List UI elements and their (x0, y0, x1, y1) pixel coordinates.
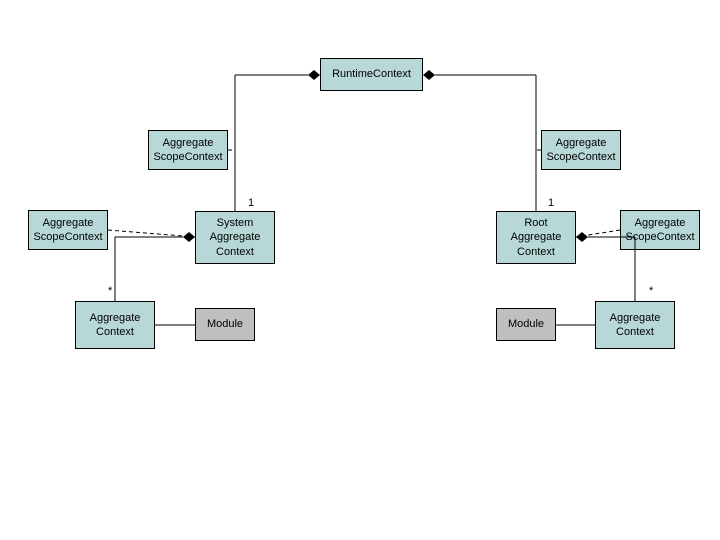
mult-one-left: 1 (248, 197, 254, 209)
aggregate-context-left-box: Aggregate Context (75, 301, 155, 349)
root-aggregate-context-label: Root Aggregate Context (511, 216, 562, 259)
agg-scope-left-mid-box: Aggregate ScopeContext (28, 210, 108, 250)
root-aggregate-context-box: Root Aggregate Context (496, 211, 576, 264)
agg-scope-right-mid-label: Aggregate ScopeContext (625, 216, 694, 245)
aggregate-context-right-box: Aggregate Context (595, 301, 675, 349)
agg-scope-left-top-label: Aggregate ScopeContext (153, 136, 222, 165)
agg-scope-left-mid-label: Aggregate ScopeContext (33, 216, 102, 245)
module-left-label: Module (207, 317, 243, 331)
module-right-label: Module (508, 317, 544, 331)
agg-scope-right-top-label: Aggregate ScopeContext (546, 136, 615, 165)
module-left-box: Module (195, 308, 255, 341)
system-aggregate-context-box: System Aggregate Context (195, 211, 275, 264)
mult-many-right: * (649, 285, 653, 297)
aggregate-context-left-label: Aggregate Context (90, 311, 141, 340)
aggregate-context-right-label: Aggregate Context (610, 311, 661, 340)
agg-scope-left-top-box: Aggregate ScopeContext (148, 130, 228, 170)
module-right-box: Module (496, 308, 556, 341)
runtime-context-box: RuntimeContext (320, 58, 423, 91)
mult-one-right: 1 (548, 197, 554, 209)
system-aggregate-context-label: System Aggregate Context (210, 216, 261, 259)
agg-scope-right-top-box: Aggregate ScopeContext (541, 130, 621, 170)
runtime-context-label: RuntimeContext (332, 67, 411, 81)
mult-many-left: * (108, 285, 112, 297)
agg-scope-right-mid-box: Aggregate ScopeContext (620, 210, 700, 250)
